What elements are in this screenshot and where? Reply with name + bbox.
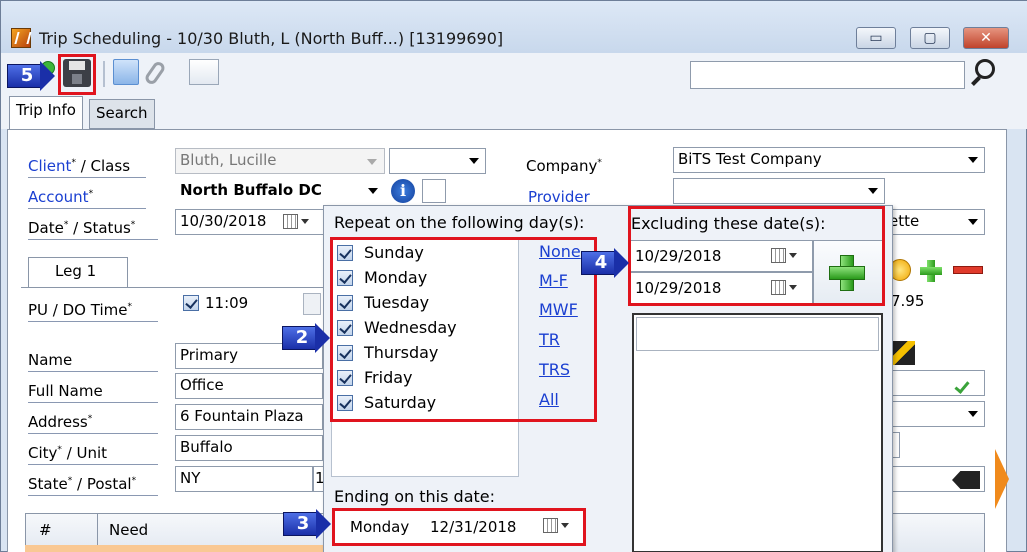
fullname-field[interactable]: Office xyxy=(175,373,323,399)
step-marker-3: 3 xyxy=(283,509,331,539)
company-label: Company* xyxy=(526,157,602,175)
window-layout-icon[interactable] xyxy=(189,59,219,85)
window-title: Trip Scheduling - 10/30 Bluth, L (North … xyxy=(39,29,504,48)
annotation-save-box xyxy=(58,54,96,95)
fullname-label: Full Name xyxy=(28,382,103,400)
city-label: City* / Unit xyxy=(28,444,108,462)
pudo-checkbox[interactable] xyxy=(183,295,199,311)
client-underline xyxy=(28,177,146,178)
title-bar: Trip Scheduling - 10/30 Bluth, L (North … xyxy=(1,1,1027,53)
account-extra-box[interactable] xyxy=(422,179,446,203)
city-underline xyxy=(28,464,158,465)
address-field[interactable]: 6 Fountain Plaza xyxy=(175,404,323,430)
add-icon[interactable] xyxy=(919,259,943,283)
maximize-button[interactable]: ▢ xyxy=(910,27,950,49)
address-type-select[interactable] xyxy=(885,401,985,427)
remove-icon[interactable] xyxy=(953,266,983,274)
address-label: Address* xyxy=(28,413,93,431)
annotation-days-box xyxy=(330,237,597,422)
excluded-dates-list[interactable] xyxy=(632,313,883,552)
step-marker-5: 5 xyxy=(7,61,55,91)
tab-trip-info[interactable]: Trip Info xyxy=(9,96,83,130)
needs-grid-header-right xyxy=(885,513,985,552)
name-underline xyxy=(28,371,158,372)
folder-icon[interactable] xyxy=(113,59,139,85)
state-label: State* / Postal* xyxy=(28,475,137,493)
account-underline xyxy=(28,208,146,209)
vehicle-select[interactable]: ette xyxy=(885,209,985,235)
step-marker-2: 2 xyxy=(282,323,330,353)
client-label[interactable]: Client* / Class xyxy=(28,157,130,175)
client-field[interactable]: Bluth, Lucille xyxy=(175,148,385,174)
city-field[interactable]: Buffalo xyxy=(175,435,323,461)
time-spinner[interactable] xyxy=(303,293,321,315)
pudo-time-value[interactable]: 11:09 xyxy=(205,294,248,312)
toolbar xyxy=(1,53,1027,95)
toolbar-divider xyxy=(103,61,105,87)
pudo-underline xyxy=(28,321,158,322)
provider-label[interactable]: Provider xyxy=(528,188,590,206)
grid-col-hash: # xyxy=(39,521,52,539)
grid-selected-row[interactable] xyxy=(25,545,325,552)
provider-select[interactable] xyxy=(673,178,885,204)
repeat-header: Repeat on the following day(s): xyxy=(334,213,585,232)
account-field[interactable]: North Buffalo DC xyxy=(175,178,385,204)
class-select[interactable] xyxy=(389,148,486,174)
leg-divider xyxy=(21,287,323,288)
excluded-dates-list-row[interactable] xyxy=(636,317,879,351)
app-logo-icon xyxy=(11,28,31,48)
calendar-icon[interactable] xyxy=(283,213,311,231)
date-underline xyxy=(28,239,158,240)
client-dropdown-icon[interactable] xyxy=(367,159,377,165)
grid-col-need: Need xyxy=(109,521,149,539)
name-label: Name xyxy=(28,351,73,369)
account-label[interactable]: Account* xyxy=(28,188,93,206)
search-input[interactable] xyxy=(690,61,965,89)
tab-search[interactable]: Search xyxy=(89,99,155,129)
state-underline xyxy=(28,495,158,496)
close-button[interactable]: ✕ xyxy=(963,27,1009,49)
address-underline xyxy=(28,433,158,434)
state-field[interactable]: NY xyxy=(175,466,313,492)
paperclip-icon[interactable] xyxy=(143,59,167,87)
tab-leg-1[interactable]: Leg 1 xyxy=(28,257,128,287)
minimize-button[interactable]: ▭ xyxy=(856,27,896,49)
fare-value: 7.95 xyxy=(891,292,925,310)
pudo-label: PU / DO Time* xyxy=(28,301,132,319)
info-icon[interactable]: i xyxy=(391,179,415,203)
annotation-exclude-box xyxy=(628,206,885,306)
verify-field[interactable] xyxy=(885,370,985,396)
search-icon-handle xyxy=(971,76,981,86)
company-select[interactable]: BiTS Test Company xyxy=(673,147,985,173)
date-label: Date* / Status* xyxy=(28,219,136,237)
fullname-underline xyxy=(28,402,158,403)
step-marker-4: 4 xyxy=(581,248,629,278)
tab-strip xyxy=(1,95,1027,129)
ending-header: Ending on this date: xyxy=(334,487,495,506)
trip-scheduling-window: Trip Scheduling - 10/30 Bluth, L (North … xyxy=(0,0,1027,552)
annotation-ending-box xyxy=(332,508,586,546)
